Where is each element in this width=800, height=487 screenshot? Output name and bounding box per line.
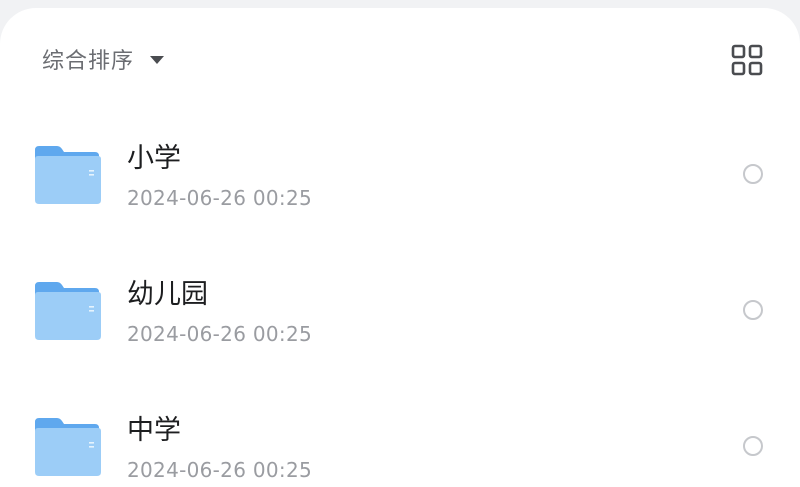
folder-icon — [35, 282, 101, 340]
folder-row[interactable]: 小学 2024-06-26 00:25 — [0, 102, 800, 238]
folder-row[interactable]: 幼儿园 2024-06-26 00:25 — [0, 238, 800, 374]
folder-date: 2024-06-26 00:25 — [127, 186, 313, 210]
select-radio[interactable] — [743, 436, 763, 456]
grid-view-icon — [731, 44, 763, 76]
select-radio[interactable] — [743, 300, 763, 320]
folder-row[interactable]: 中学 2024-06-26 00:25 — [0, 374, 800, 487]
folder-list: 小学 2024-06-26 00:25 幼儿园 2024-06-26 00:25 — [0, 102, 800, 487]
sort-dropdown-button[interactable]: 综合排序 — [42, 44, 165, 74]
folder-name: 小学 — [127, 143, 181, 174]
folder-name: 中学 — [127, 415, 181, 446]
caret-down-icon — [150, 56, 165, 64]
file-list-panel: 综合排序 小学 2024-06-26 00:25 幼儿园 2024-06-26 … — [0, 8, 800, 487]
folder-date: 2024-06-26 00:25 — [127, 458, 313, 482]
folder-name: 幼儿园 — [127, 279, 208, 310]
grid-view-button[interactable] — [731, 44, 763, 76]
folder-icon — [35, 146, 101, 204]
select-radio[interactable] — [743, 164, 763, 184]
folder-icon — [35, 418, 101, 476]
folder-date: 2024-06-26 00:25 — [127, 322, 313, 346]
list-toolbar: 综合排序 — [0, 8, 800, 108]
sort-label: 综合排序 — [42, 49, 135, 74]
